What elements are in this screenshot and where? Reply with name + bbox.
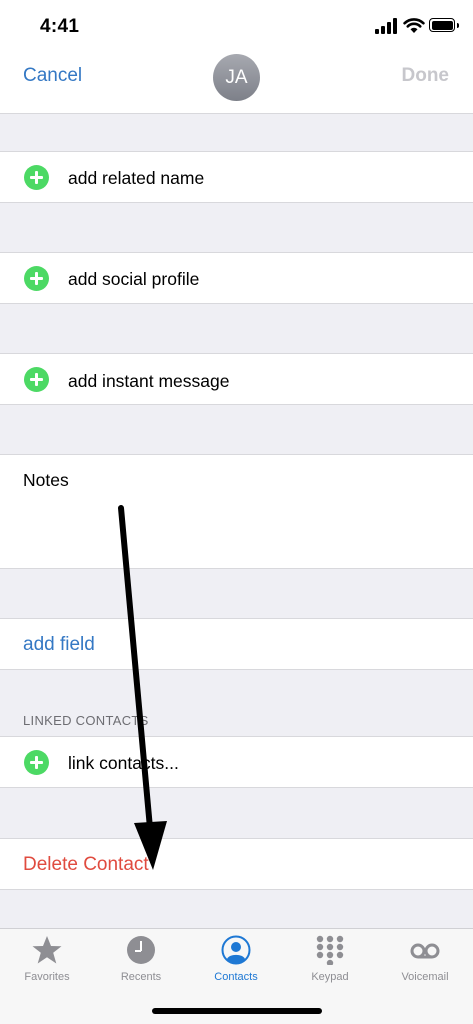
delete-contact-button[interactable]: Delete Contact [23,854,149,876]
nav-bar: Cancel JA Done [0,52,473,114]
delete-contact-row[interactable]: Delete Contact [0,838,473,890]
person-circle-icon [221,935,251,965]
cellular-signal-icon [375,18,397,34]
wifi-icon [403,18,425,33]
cancel-button[interactable]: Cancel [23,65,82,87]
link-contacts-label: link contacts... [68,753,179,773]
tab-voicemail[interactable]: Voicemail [378,929,472,999]
status-time: 4:41 [40,16,80,37]
link-contacts-row[interactable]: link contacts... [0,736,473,788]
tab-contacts-label: Contacts [214,971,258,983]
add-green-icon [24,750,49,775]
status-bar: 4:41 [0,0,473,52]
battery-icon [429,18,459,32]
add-related-name-label: add related name [68,168,205,188]
tab-favorites[interactable]: Favorites [0,929,94,999]
notes-field[interactable]: Notes [0,454,473,569]
add-social-profile-row[interactable]: add social profile [0,252,473,304]
home-indicator[interactable] [152,1008,322,1014]
add-field-row[interactable]: add field [0,618,473,670]
add-instant-message-row[interactable]: add instant message [0,353,473,405]
notes-label: Notes [23,470,69,490]
tab-contacts[interactable]: Contacts [189,929,283,999]
tab-favorites-label: Favorites [24,971,70,983]
clock-icon [127,936,155,964]
tab-recents[interactable]: Recents [94,929,188,999]
add-green-icon [24,165,49,190]
add-green-icon [24,266,49,291]
add-related-name-row[interactable]: add related name [0,151,473,203]
add-social-profile-label: add social profile [68,269,200,289]
tab-keypad[interactable]: Keypad [283,929,377,999]
voicemail-icon [410,943,440,959]
star-icon [32,936,62,964]
avatar[interactable]: JA [213,54,260,101]
tab-voicemail-label: Voicemail [401,971,449,983]
tab-keypad-label: Keypad [311,971,349,983]
done-button[interactable]: Done [402,65,450,87]
add-instant-message-label: add instant message [68,371,230,391]
linked-contacts-header: LINKED CONTACTS [23,713,149,728]
keypad-icon [316,935,344,965]
tab-recents-label: Recents [120,971,162,983]
add-field-label: add field [23,634,95,655]
add-green-icon [24,367,49,392]
